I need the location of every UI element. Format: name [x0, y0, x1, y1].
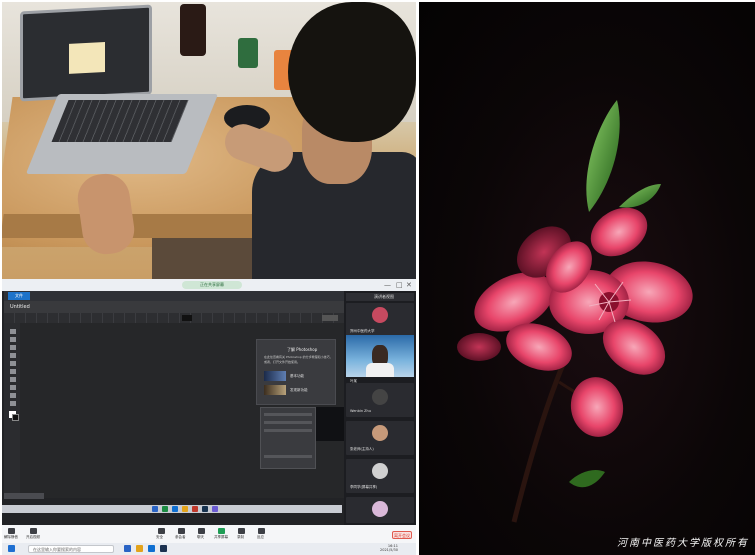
person-head	[288, 2, 416, 142]
avatar	[372, 389, 388, 405]
panel-row[interactable]	[264, 455, 312, 458]
eyedropper-tool-icon[interactable]	[10, 361, 16, 366]
ps-options-search[interactable]	[322, 315, 338, 321]
panel-row[interactable]	[264, 421, 312, 424]
lasso-tool-icon[interactable]	[10, 345, 16, 350]
control-label: 参会者	[175, 535, 186, 539]
bottle	[180, 4, 206, 56]
eraser-tool-icon[interactable]	[10, 377, 16, 382]
record-icon[interactable]	[238, 528, 245, 534]
control-label: 解除静音	[4, 535, 18, 539]
gallery-view-toggle[interactable]: 演讲者视图	[374, 293, 394, 301]
peach-blossom-photo: 河南中医药大学版权所有	[419, 2, 755, 555]
ps-options-swatch[interactable]	[182, 315, 192, 321]
taskbar-app-icon[interactable]	[136, 545, 143, 552]
blossom-illustration	[457, 100, 693, 523]
control-label: 反应	[257, 535, 264, 539]
close-icon[interactable]: ✕	[406, 280, 412, 290]
ps-options-bar[interactable]	[4, 313, 344, 323]
leaf-right	[619, 184, 661, 208]
video-camera-icon[interactable]	[30, 528, 37, 534]
taskbar-clock[interactable]: 16:11 2021/5/30	[380, 544, 398, 552]
participant-shirt	[366, 363, 394, 377]
control-label: 安全	[156, 535, 163, 539]
leaf-bottom	[569, 470, 605, 488]
marquee-tool-icon[interactable]	[10, 337, 16, 342]
windows-start-icon[interactable]	[8, 545, 15, 552]
taskbar-app-icon[interactable]	[148, 545, 155, 552]
maximize-icon[interactable]: □	[396, 280, 403, 290]
taskbar-search-input[interactable]: 在这里输入你要搜索的内容	[28, 545, 114, 553]
ps-menubar	[4, 301, 344, 313]
control-label: 录制	[237, 535, 244, 539]
control-label: 共享屏幕	[214, 535, 228, 539]
app-icon[interactable]	[202, 506, 208, 512]
copyright-caption: 河南中医药大学版权所有	[617, 538, 749, 549]
participant-name: 郑州中医药大学	[350, 329, 375, 333]
app-icon[interactable]	[172, 506, 178, 512]
participant-name: Wenbin Zhu	[350, 409, 371, 413]
move-tool-icon[interactable]	[10, 329, 16, 334]
chat-icon[interactable]	[198, 528, 205, 534]
learn-thumbnail[interactable]	[264, 371, 286, 381]
clock-date: 2021/5/30	[380, 548, 398, 552]
learn-thumbnail[interactable]	[264, 385, 286, 395]
taskbar-app-icon[interactable]	[160, 545, 167, 552]
leave-meeting-button[interactable]: 离开会议	[392, 531, 412, 539]
learn-panel-title: 了解 Photoshop	[287, 347, 318, 352]
participants-icon[interactable]	[178, 528, 185, 534]
participant-name: 李同学(屏幕共享)	[350, 485, 378, 489]
avatar	[372, 307, 388, 323]
type-tool-icon[interactable]	[10, 393, 16, 398]
share-screen-icon[interactable]	[218, 528, 225, 534]
crop-tool-icon[interactable]	[10, 353, 16, 358]
meeting-controls-bar	[2, 525, 416, 543]
avatar	[372, 463, 388, 479]
reaction-icon[interactable]	[258, 528, 265, 534]
shield-icon[interactable]	[158, 528, 165, 534]
learn-item-label[interactable]: 基本功能	[290, 374, 304, 379]
gradient-tool-icon[interactable]	[10, 385, 16, 390]
student-at-desk-photo	[2, 2, 416, 279]
app-icon[interactable]	[192, 506, 198, 512]
avatar	[372, 501, 388, 517]
hand-tool-icon[interactable]	[10, 401, 16, 406]
green-cup	[238, 38, 258, 68]
learn-item-label[interactable]: 发现新功能	[290, 388, 308, 393]
leaf-top	[586, 100, 620, 212]
panel-preview	[316, 407, 344, 441]
panel-row[interactable]	[264, 413, 312, 416]
control-label: 开启视频	[26, 535, 40, 539]
screen-share-screenshot: 正在共享屏幕 — □ ✕ 文件 Untitled 了解 Photoshop 在此…	[2, 279, 416, 555]
layers-panel	[260, 407, 316, 469]
laptop-keyboard	[51, 100, 189, 142]
app-icon[interactable]	[182, 506, 188, 512]
app-icon[interactable]	[152, 506, 158, 512]
brush-tool-icon[interactable]	[10, 369, 16, 374]
taskbar-app-icon[interactable]	[124, 545, 131, 552]
control-label: 聊天	[197, 535, 204, 539]
app-icon[interactable]	[212, 506, 218, 512]
share-status-pill[interactable]: 正在共享屏幕	[182, 281, 242, 289]
avatar	[372, 425, 388, 441]
participant-video[interactable]	[346, 335, 414, 377]
ps-document-tab[interactable]: Untitled	[10, 303, 30, 311]
ps-file-menu[interactable]: 文件	[8, 292, 30, 300]
laptop-document	[69, 42, 105, 74]
participant-name: 张老师(主持人)	[350, 447, 374, 451]
app-icon[interactable]	[162, 506, 168, 512]
panel-row[interactable]	[264, 429, 312, 432]
minimize-icon[interactable]: —	[384, 280, 391, 290]
laptop-screen	[20, 4, 152, 102]
microphone-icon[interactable]	[8, 528, 15, 534]
ps-status-bar	[4, 493, 44, 499]
ps-titlebar	[4, 291, 344, 301]
learn-panel-text: 在此处查看有关 Photoshop 的分步教程和小技巧，或者，打开文件开始使用。	[264, 355, 333, 364]
background-color-swatch[interactable]	[12, 414, 19, 421]
